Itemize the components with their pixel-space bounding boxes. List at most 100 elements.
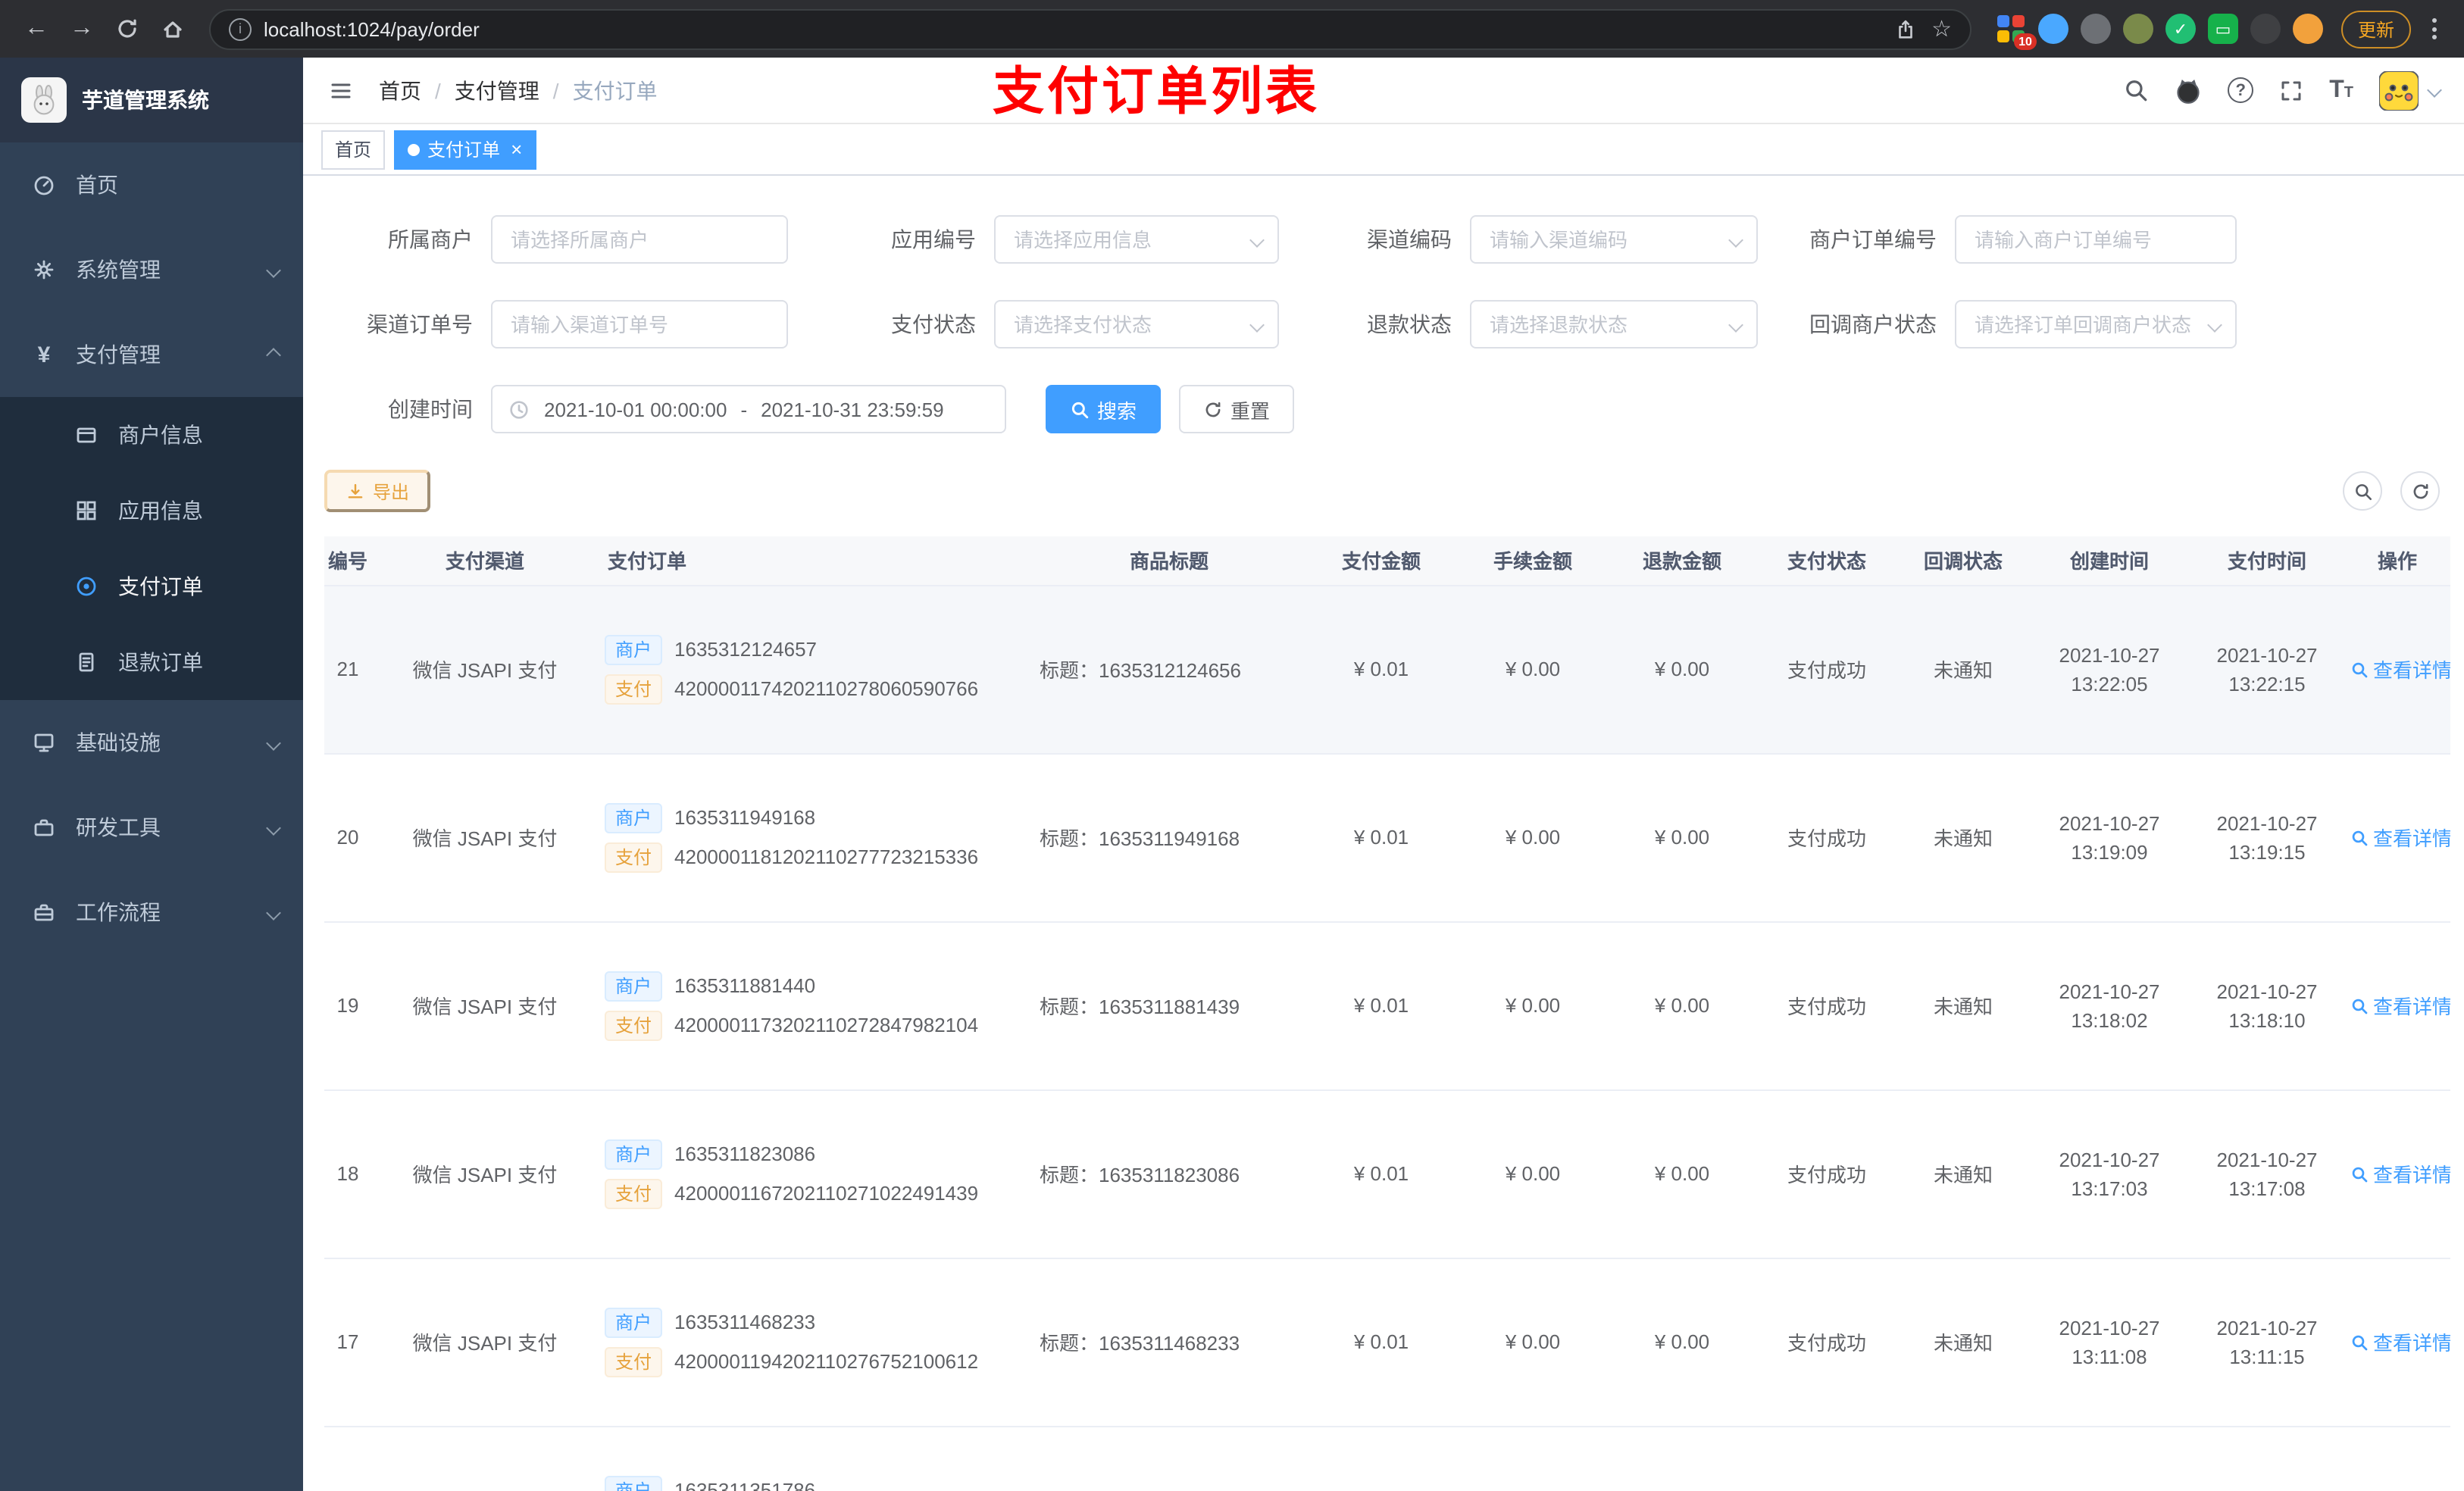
cell-refund: ¥ 0.00 [1608,921,1756,1090]
cell-fee: ¥ 0.00 [1458,1089,1608,1258]
back-icon[interactable]: ← [15,8,58,50]
extension-grid-icon[interactable]: 10 [1996,14,2037,50]
sidebar: 芋道管理系统 首页 系统管理 ¥ 支付管理 商户信息 应用信息 支付订单 退款订… [0,58,303,1491]
callback-status-select[interactable] [1955,300,2237,349]
cell-order: 商户 1635311881440 支付 4200001173202110272847… [599,921,1033,1090]
breadcrumb: 首页 / 支付管理 / 支付订单 [379,75,658,105]
fullscreen-icon[interactable] [2279,78,2303,102]
cell-order: 商户 1635311823086 支付 4200001167202110271022… [599,1089,1033,1258]
reset-button[interactable]: 重置 [1179,385,1295,433]
payment-submenu: 商户信息 应用信息 支付订单 退款订单 [0,397,303,700]
cell-status: 支付成功 [1756,1258,1897,1427]
sidebar-item-refund-order[interactable]: 退款订单 [0,624,303,700]
extension-gray-icon[interactable] [2080,14,2111,44]
sidebar-item-pay-order[interactable]: 支付订单 [0,549,303,624]
cell-pay-time: 2021-10-27 13:19:15 [2190,753,2344,922]
merchant-select[interactable] [491,215,788,264]
sidebar-item-home[interactable]: 首页 [0,142,303,227]
view-detail-link[interactable]: 查看详情 [2350,1159,2450,1188]
export-button[interactable]: 导出 [324,470,431,512]
cell-status: 支付成功 [1756,1089,1897,1258]
app-no-label: 应用编号 [891,227,976,252]
reload-icon[interactable] [106,8,149,50]
browser-menu-icon[interactable] [2420,18,2449,39]
view-detail-link[interactable]: 查看详情 [2350,823,2450,852]
sidebar-item-devtools[interactable]: 研发工具 [0,785,303,870]
sidebar-item-app-info[interactable]: 应用信息 [0,473,303,549]
extension-olive-icon[interactable] [2122,14,2153,44]
avatar [2379,70,2419,110]
cell-fee: ¥ 0.00 [1458,753,1608,922]
table-refresh-icon[interactable] [2400,471,2440,511]
tab-pay-order[interactable]: 支付订单 × [394,130,536,169]
font-size-icon[interactable]: TT [2329,77,2353,104]
merchant-order-no-input[interactable] [1955,215,2237,264]
merchant-tag: 商户 [605,802,663,833]
wallet-icon [73,423,100,447]
tab-home[interactable]: 首页 [321,130,386,169]
extension-chat-icon[interactable]: ▭ [2207,14,2238,44]
sidebar-item-payment[interactable]: ¥ 支付管理 [0,312,303,397]
merchant-tag: 商户 [605,1139,663,1169]
channel-order-no-input[interactable] [491,300,788,349]
view-detail-link[interactable]: 查看详情 [2350,655,2450,683]
sidebar-toggle-icon[interactable] [327,78,355,102]
sidebar-item-system[interactable]: 系统管理 [0,227,303,312]
user-menu[interactable] [2379,70,2442,110]
cell-amount: ¥ 0.01 [1305,921,1458,1090]
share-icon[interactable] [1893,17,1916,40]
extension-drop-icon[interactable] [2037,14,2068,44]
active-dot [408,143,421,155]
github-icon[interactable] [2175,77,2202,104]
cell-create-time: 2021-10-27 13:11:08 [2029,1258,2190,1427]
cell-notify: 未通知 [1897,1089,2029,1258]
monitor-icon [30,730,58,755]
view-detail-link[interactable]: 查看详情 [2350,991,2450,1020]
col-title: 商品标题 [1033,536,1305,586]
cell-notify: 未通知 [1897,753,2029,922]
sidebar-item-infra[interactable]: 基础设施 [0,700,303,785]
cell-create-time: 2021-10-27 13:19:09 [2029,753,2190,922]
url-text[interactable]: localhost:1024/pay/order [264,17,1881,40]
breadcrumb-payment[interactable]: 支付管理 [455,75,539,105]
browser-update-button[interactable]: 更新 [2340,10,2411,48]
pay-status-select[interactable] [994,300,1279,349]
table-row: 18 微信 JSAPI 支付 商户 1635311823086 支付 4200001… [324,1089,2450,1258]
chevron-down-icon [266,735,281,750]
pay-tag: 支付 [605,842,663,872]
profile-avatar-icon[interactable] [2292,14,2323,44]
cell-fee: ¥ 0.00 [1458,921,1608,1090]
cell-channel: 微信 JSAPI 支付 [371,1089,599,1258]
app-no-select[interactable] [994,215,1279,264]
extension-pin-icon[interactable] [2250,14,2281,44]
date-separator: - [740,398,748,420]
site-info-icon[interactable]: i [229,17,252,40]
view-detail-link[interactable]: 查看详情 [2350,1327,2450,1356]
merchant-tag: 商户 [605,634,663,664]
help-icon[interactable]: ? [2228,77,2254,103]
sidebar-item-merchant-info[interactable]: 商户信息 [0,397,303,473]
app-logo[interactable]: 芋道管理系统 [0,58,303,142]
breadcrumb-home[interactable]: 首页 [379,75,421,105]
close-icon[interactable]: × [511,139,522,159]
table-search-toggle-icon[interactable] [2343,471,2382,511]
channel-code-select[interactable] [1470,215,1758,264]
search-icon[interactable] [2123,77,2149,103]
search-button[interactable]: 搜索 [1046,385,1162,433]
bookmark-star-icon[interactable]: ☆ [1931,15,1952,42]
refund-status-select[interactable] [1470,300,1758,349]
extension-check-icon[interactable]: ✓ [2165,14,2196,44]
cell-refund: ¥ 0.00 [1608,753,1756,922]
merchant-tag: 商户 [605,1475,663,1491]
cell-channel: 微信 JSAPI 支付 [371,921,599,1090]
address-bar[interactable]: i localhost:1024/pay/order ☆ [209,8,1972,49]
home-icon[interactable] [152,8,194,50]
channel-order-no-label: 渠道订单号 [367,312,473,336]
search-icon [2352,830,2368,846]
col-pay: 支付时间 [2190,536,2344,586]
cell-amount: ¥ 0.01 [1305,585,1458,754]
sidebar-item-workflow[interactable]: 工作流程 [0,870,303,955]
forward-icon[interactable]: → [61,8,103,50]
create-time-range-picker[interactable]: 2021-10-01 00:00:00 - 2021-10-31 23:59:5… [491,385,1006,433]
col-notify: 回调状态 [1897,536,2029,586]
